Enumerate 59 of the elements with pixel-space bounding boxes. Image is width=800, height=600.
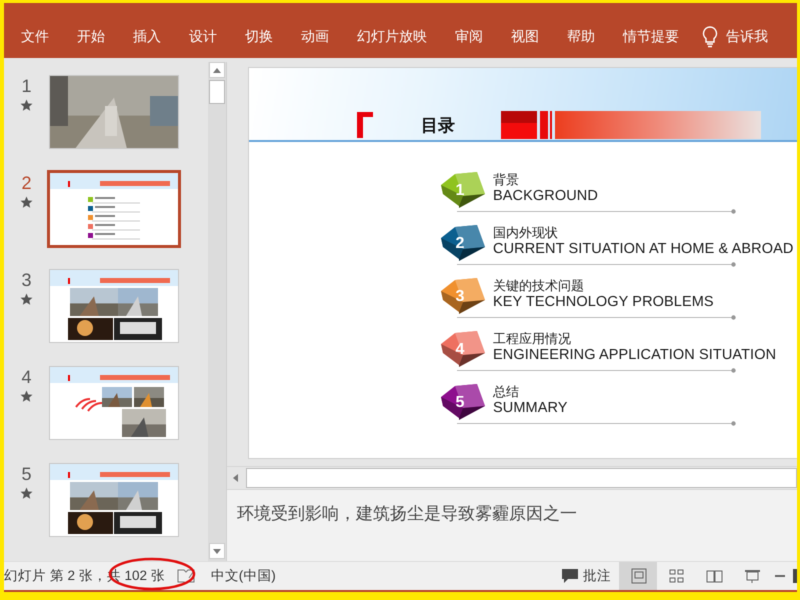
ribbon-tab[interactable]: 审阅 [446, 26, 492, 48]
item-subtitle: KEY TECHNOLOGY PROBLEMS [493, 294, 714, 311]
scroll-down-button[interactable] [209, 543, 225, 559]
comments-button[interactable]: 批注 [553, 562, 619, 590]
scrollbar-thumb[interactable] [209, 80, 225, 104]
item-subtitle: CURRENT SITUATION AT HOME & ABROAD [493, 241, 794, 258]
tell-me-field[interactable]: 告诉我 [726, 28, 768, 46]
dot-icon [731, 368, 736, 373]
notes-icon[interactable] [176, 569, 195, 583]
ribbon-tab[interactable]: 切换 [236, 26, 282, 48]
ribbon-tab[interactable]: 幻灯片放映 [348, 26, 436, 48]
ribbon-tab[interactable]: 插入 [124, 26, 170, 48]
down-arrow-icon [213, 548, 221, 554]
ribbon-tab[interactable]: 设计 [180, 26, 226, 48]
sorter-view-icon [668, 568, 684, 584]
show-view-icon [744, 568, 760, 584]
item-subtitle: ENGINEERING APPLICATION SITUATION [493, 347, 776, 364]
ribbon-tab[interactable]: 动画 [292, 26, 338, 48]
language-indicator[interactable]: 中文(中国) [210, 567, 276, 585]
dot-icon [731, 315, 736, 320]
ribbon-tab[interactable]: 帮助 [558, 26, 604, 48]
slide-number: 1 [21, 76, 32, 97]
ribbon-tab[interactable]: 开始 [68, 26, 114, 48]
slide-number: 4 [21, 367, 32, 388]
speech-bubble-icon [561, 568, 579, 584]
dot-icon [731, 209, 736, 214]
reading-view-icon [706, 568, 722, 584]
ribbon-tab[interactable]: 情节提要 [614, 26, 688, 48]
dot-icon [731, 262, 736, 267]
item-subtitle: SUMMARY [493, 400, 568, 417]
speaker-notes[interactable]: 环境受到影响，建筑扬尘是导致雾霾原因之一 [237, 504, 577, 523]
scroll-up-button[interactable] [209, 62, 225, 78]
ribbon-tab[interactable]: 视图 [502, 26, 548, 48]
item-title: 工程应用情况 [493, 331, 572, 347]
left-arrow-icon [232, 474, 238, 482]
slide-number: 5 [21, 464, 32, 485]
zoom-out-icon[interactable] [775, 574, 785, 578]
item-title: 国内外现状 [493, 225, 559, 241]
zoom-slider-thumb[interactable] [793, 569, 797, 583]
ribbon-tab[interactable]: 文件 [12, 26, 58, 48]
star-icon [20, 293, 33, 306]
lightbulb-icon[interactable] [702, 26, 718, 48]
star-icon [20, 196, 33, 209]
normal-view-button[interactable] [619, 562, 657, 590]
slide-number: 2 [21, 173, 32, 194]
slide-title: 目录 [421, 114, 455, 136]
up-arrow-icon [213, 68, 221, 72]
dot-icon [731, 421, 736, 426]
slide-number: 3 [21, 270, 32, 291]
star-icon [20, 99, 33, 112]
item-subtitle: BACKGROUND [493, 188, 598, 205]
title-marker-icon [357, 112, 373, 138]
star-icon [20, 487, 33, 500]
item-title: 背景 [493, 172, 520, 188]
scrollbar-thumb[interactable] [246, 468, 797, 488]
normal-view-icon [630, 568, 646, 584]
item-title: 关键的技术问题 [493, 278, 585, 294]
item-title: 总结 [493, 384, 520, 400]
star-icon [20, 390, 33, 403]
